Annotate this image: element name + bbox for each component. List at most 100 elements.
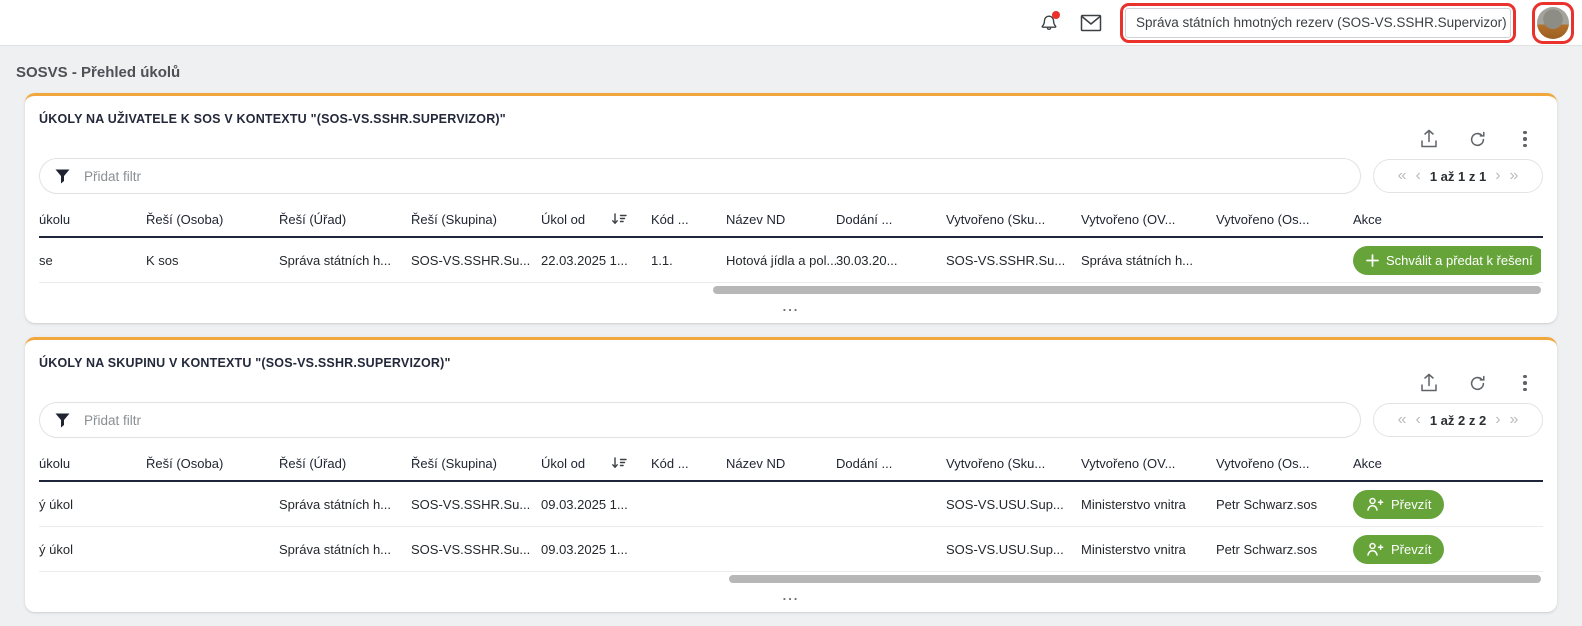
- person-add-icon: [1366, 542, 1384, 556]
- avatar-highlight-annotation: [1532, 2, 1574, 44]
- table-cell: Ministerstvo vnitra: [1081, 542, 1216, 557]
- header-cell[interactable]: úkolu: [39, 212, 146, 227]
- header-cell[interactable]: Řeší (Úřad): [279, 212, 411, 227]
- sort-descending-icon[interactable]: [611, 212, 627, 226]
- last-page-button[interactable]: »: [1510, 412, 1519, 428]
- header-cell[interactable]: Vytvořeno (Sku...: [946, 212, 1081, 227]
- export-icon[interactable]: [1419, 373, 1439, 393]
- action-button-label: Převzít: [1391, 497, 1431, 512]
- take-over-button[interactable]: Převzít: [1353, 490, 1444, 519]
- last-page-button[interactable]: »: [1510, 168, 1519, 184]
- table-cell: Hotová jídla a pol...: [726, 253, 836, 268]
- context-select[interactable]: Správa státních hmotných rezerv (SOS-VS.…: [1125, 8, 1511, 38]
- approve-forward-button[interactable]: Schválit a předat k řešení: [1353, 246, 1541, 275]
- table-cell: Petr Schwarz.sos: [1216, 542, 1353, 557]
- filter-input[interactable]: Přidat filtr: [39, 402, 1361, 438]
- header-cell[interactable]: Dodání ...: [836, 456, 946, 471]
- filter-placeholder: Přidat filtr: [84, 169, 141, 184]
- prev-page-button[interactable]: ‹: [1415, 412, 1420, 428]
- action-cell: Převzít: [1353, 490, 1541, 519]
- filter-placeholder: Přidat filtr: [84, 413, 141, 428]
- horizontal-scrollbar: [39, 575, 1543, 583]
- table-row[interactable]: ý úkolSpráva státních h...SOS-VS.SSHR.Su…: [39, 482, 1543, 527]
- table-cell: 1.1.: [651, 253, 726, 268]
- header-cell[interactable]: Řeší (Osoba): [146, 456, 279, 471]
- table-cell: Ministerstvo vnitra: [1081, 497, 1216, 512]
- header-cell[interactable]: Vytvořeno (Sku...: [946, 456, 1081, 471]
- context-select-highlight-annotation: Správa státních hmotných rezerv (SOS-VS.…: [1120, 3, 1516, 43]
- plus-icon: [1366, 254, 1379, 267]
- table-row[interactable]: ý úkolSpráva státních h...SOS-VS.SSHR.Su…: [39, 527, 1543, 572]
- funnel-filter-icon: [55, 169, 70, 184]
- header-cell[interactable]: Kód ...: [651, 212, 726, 227]
- table-cell: Správa státních h...: [279, 497, 411, 512]
- first-page-button[interactable]: «: [1398, 168, 1407, 184]
- person-add-icon: [1366, 497, 1384, 511]
- expand-more-button[interactable]: ...: [39, 298, 1543, 317]
- filter-input[interactable]: Přidat filtr: [39, 158, 1361, 194]
- table-header-row: úkoluŘeší (Osoba)Řeší (Úřad)Řeší (Skupin…: [39, 202, 1543, 238]
- table-cell: 09.03.2025 1...: [541, 497, 651, 512]
- header-cell[interactable]: Řeší (Skupina): [411, 456, 541, 471]
- header-cell[interactable]: Vytvořeno (Os...: [1216, 212, 1353, 227]
- panel-group-tasks-title: ÚKOLY NA SKUPINU V KONTEXTU "(SOS-VS.SSH…: [39, 352, 1543, 370]
- main-content: SOSVS - Přehled úkolů ÚKOLY NA UŽIVATELE…: [0, 46, 1582, 612]
- header-cell[interactable]: Vytvořeno (OV...: [1081, 456, 1216, 471]
- action-cell: Převzít: [1353, 535, 1541, 564]
- header-cell[interactable]: Řeší (Skupina): [411, 212, 541, 227]
- messages-envelope-icon[interactable]: [1078, 10, 1104, 36]
- notification-dot: [1052, 11, 1060, 19]
- page-title: SOSVS - Přehled úkolů: [16, 64, 1557, 81]
- header-cell[interactable]: Úkol od: [541, 212, 651, 227]
- header-cell[interactable]: Dodání ...: [836, 212, 946, 227]
- horizontal-scrollbar-thumb[interactable]: [729, 575, 1541, 583]
- prev-page-button[interactable]: ‹: [1415, 168, 1420, 184]
- header-cell[interactable]: Řeší (Úřad): [279, 456, 411, 471]
- notification-bell-icon[interactable]: [1036, 10, 1062, 36]
- pagination-label: 1 až 1 z 1: [1430, 169, 1486, 184]
- first-page-button[interactable]: «: [1398, 412, 1407, 428]
- table-cell: 09.03.2025 1...: [541, 542, 651, 557]
- topbar: Správa státních hmotných rezerv (SOS-VS.…: [0, 0, 1582, 46]
- kebab-menu-icon[interactable]: [1515, 373, 1535, 393]
- sort-descending-icon[interactable]: [611, 456, 627, 470]
- take-over-button[interactable]: Převzít: [1353, 535, 1444, 564]
- header-cell[interactable]: Název ND: [726, 212, 836, 227]
- refresh-icon[interactable]: [1467, 129, 1487, 149]
- action-cell: Schválit a předat k řešení: [1353, 246, 1541, 275]
- table-row[interactable]: seK sosSpráva státních h...SOS-VS.SSHR.S…: [39, 238, 1543, 283]
- table-cell: SOS-VS.SSHR.Su...: [411, 253, 541, 268]
- avatar[interactable]: [1537, 7, 1569, 39]
- tasks-table: úkoluŘeší (Osoba)Řeší (Úřad)Řeší (Skupin…: [39, 202, 1543, 283]
- header-cell[interactable]: Akce: [1353, 456, 1541, 471]
- panel-user-tasks-title: ÚKOLY NA UŽIVATELE K SOS V KONTEXTU "(SO…: [39, 108, 1543, 126]
- export-icon[interactable]: [1419, 129, 1439, 149]
- table-cell: se: [39, 253, 146, 268]
- panel-group-tasks: ÚKOLY NA SKUPINU V KONTEXTU "(SOS-VS.SSH…: [25, 337, 1557, 612]
- table-cell: 30.03.20...: [836, 253, 946, 268]
- action-button-label: Schválit a předat k řešení: [1386, 253, 1533, 268]
- action-button-label: Převzít: [1391, 542, 1431, 557]
- table-cell: SOS-VS.SSHR.Su...: [411, 542, 541, 557]
- expand-more-button[interactable]: ...: [39, 587, 1543, 606]
- funnel-filter-icon: [55, 413, 70, 428]
- horizontal-scrollbar: [39, 286, 1543, 294]
- table-cell: SOS-VS.USU.Sup...: [946, 497, 1081, 512]
- header-cell[interactable]: Řeší (Osoba): [146, 212, 279, 227]
- header-cell[interactable]: Název ND: [726, 456, 836, 471]
- header-cell[interactable]: Vytvořeno (Os...: [1216, 456, 1353, 471]
- horizontal-scrollbar-thumb[interactable]: [713, 286, 1541, 294]
- header-cell[interactable]: Vytvořeno (OV...: [1081, 212, 1216, 227]
- header-cell[interactable]: Úkol od: [541, 456, 651, 471]
- header-cell[interactable]: Akce: [1353, 212, 1541, 227]
- refresh-icon[interactable]: [1467, 373, 1487, 393]
- kebab-menu-icon[interactable]: [1515, 129, 1535, 149]
- next-page-button[interactable]: ›: [1495, 168, 1500, 184]
- pagination: « ‹ 1 až 2 z 2 › »: [1373, 403, 1543, 437]
- next-page-button[interactable]: ›: [1495, 412, 1500, 428]
- header-cell[interactable]: Kód ...: [651, 456, 726, 471]
- panel-user-tasks: ÚKOLY NA UŽIVATELE K SOS V KONTEXTU "(SO…: [25, 93, 1557, 323]
- table-cell: Správa státních h...: [1081, 253, 1216, 268]
- filter-row: Přidat filtr « ‹ 1 až 1 z 1 › »: [39, 158, 1543, 194]
- header-cell[interactable]: úkolu: [39, 456, 146, 471]
